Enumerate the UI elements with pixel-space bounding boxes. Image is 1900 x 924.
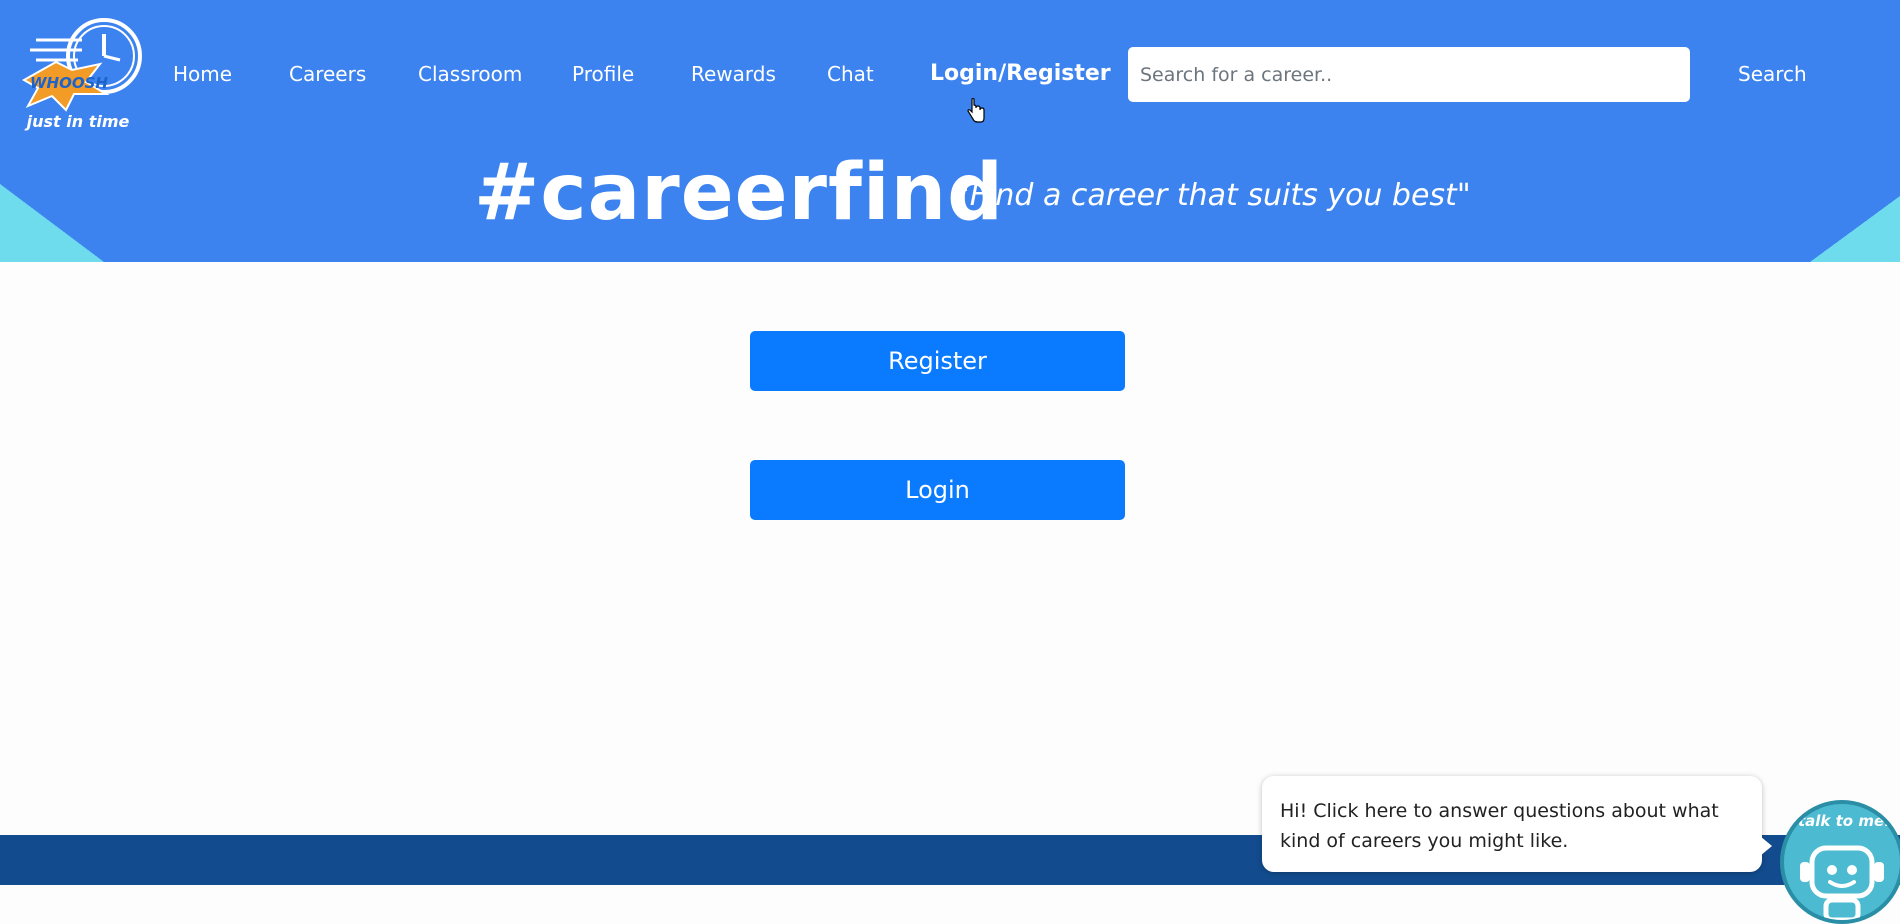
hero-tagline: "Find a career that suits you best" [956, 178, 1471, 213]
nav-careers[interactable]: Careers [289, 62, 366, 86]
nav-profile[interactable]: Profile [572, 62, 634, 86]
chatbot-avatar[interactable]: talk to me! [1780, 800, 1900, 924]
nav-classroom[interactable]: Classroom [418, 62, 522, 86]
footer-bottom-strip [0, 885, 1900, 899]
hero-hashtag: #careerfind [474, 148, 1004, 238]
search-button[interactable]: Search [1738, 62, 1807, 86]
search-input[interactable] [1128, 47, 1690, 102]
chat-bubble-pointer [1760, 836, 1772, 856]
nav-rewards[interactable]: Rewards [691, 62, 776, 86]
logo-tagline: just in time [26, 112, 130, 131]
header-banner: WHOOSH just in time Home Careers Classro… [0, 0, 1900, 262]
svg-text:WHOOSH: WHOOSH [30, 74, 108, 92]
robot-icon [1800, 845, 1884, 920]
chatbot-avatar-label: talk to me! [1798, 812, 1891, 830]
decorative-triangle-right [1810, 196, 1900, 262]
nav-login-register[interactable]: Login/Register [930, 61, 1111, 86]
decorative-triangle-left [0, 184, 104, 262]
login-button[interactable]: Login [750, 460, 1125, 520]
register-button[interactable]: Register [750, 331, 1125, 391]
hand-cursor-icon [967, 98, 985, 123]
nav-chat[interactable]: Chat [827, 62, 874, 86]
nav-home[interactable]: Home [173, 62, 232, 86]
chatbot-speech-bubble[interactable]: Hi! Click here to answer questions about… [1262, 776, 1762, 872]
